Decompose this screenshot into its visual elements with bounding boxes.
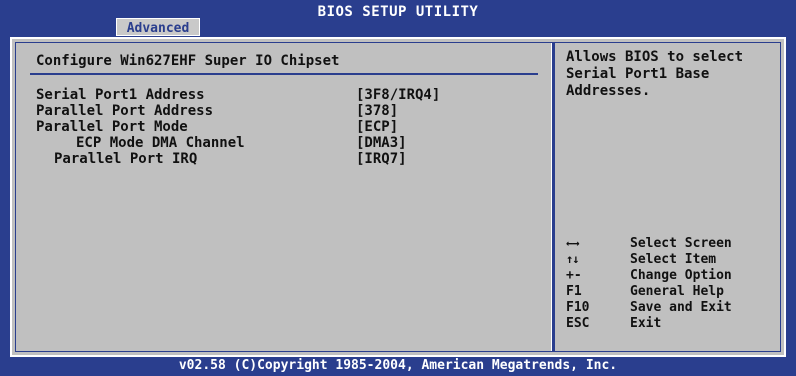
key-label: F10 — [566, 300, 590, 315]
setting-value[interactable]: [3F8/IRQ4] — [356, 87, 440, 103]
pane-divider — [551, 43, 555, 351]
panel-frame: Configure Win627EHF Super IO Chipset Ser… — [15, 42, 781, 352]
settings-pane: Configure Win627EHF Super IO Chipset Ser… — [16, 43, 551, 351]
setting-value[interactable]: [378] — [356, 103, 398, 119]
key-desc: Exit — [630, 316, 662, 331]
setting-label: Parallel Port IRQ — [54, 151, 198, 167]
setting-label: ECP Mode DMA Channel — [76, 135, 245, 151]
setting-label: Serial Port1 Address — [36, 87, 205, 103]
tab-advanced[interactable]: Advanced — [116, 18, 200, 36]
left-right-arrows-icon: ←→ — [566, 236, 579, 250]
heading-divider — [30, 73, 538, 75]
key-label: ESC — [566, 316, 590, 331]
setting-value[interactable]: [IRQ7] — [356, 151, 407, 167]
copyright-footer: v02.58 (C)Copyright 1985-2004, American … — [178, 358, 618, 373]
section-heading: Configure Win627EHF Super IO Chipset — [36, 53, 340, 69]
key-desc: General Help — [630, 284, 724, 299]
key-desc: Select Screen — [630, 236, 732, 251]
key-desc: Select Item — [630, 252, 717, 267]
main-panel: Configure Win627EHF Super IO Chipset Ser… — [10, 37, 786, 357]
bios-screen: BIOS SETUP UTILITY Advanced Configure Wi… — [0, 0, 796, 376]
setting-value[interactable]: [ECP] — [356, 119, 398, 135]
setting-label: Parallel Port Mode — [36, 119, 188, 135]
setting-value[interactable]: [DMA3] — [356, 135, 407, 151]
help-text: Allows BIOS to select Serial Port1 Base … — [566, 49, 744, 99]
setting-label: Parallel Port Address — [36, 103, 214, 119]
up-down-arrows-icon: ↑↓ — [566, 252, 579, 266]
key-label: +- — [566, 268, 582, 283]
key-desc: Save and Exit — [630, 300, 732, 315]
key-label: F1 — [566, 284, 582, 299]
key-desc: Change Option — [630, 268, 732, 283]
help-pane: Allows BIOS to select Serial Port1 Base … — [556, 43, 786, 351]
